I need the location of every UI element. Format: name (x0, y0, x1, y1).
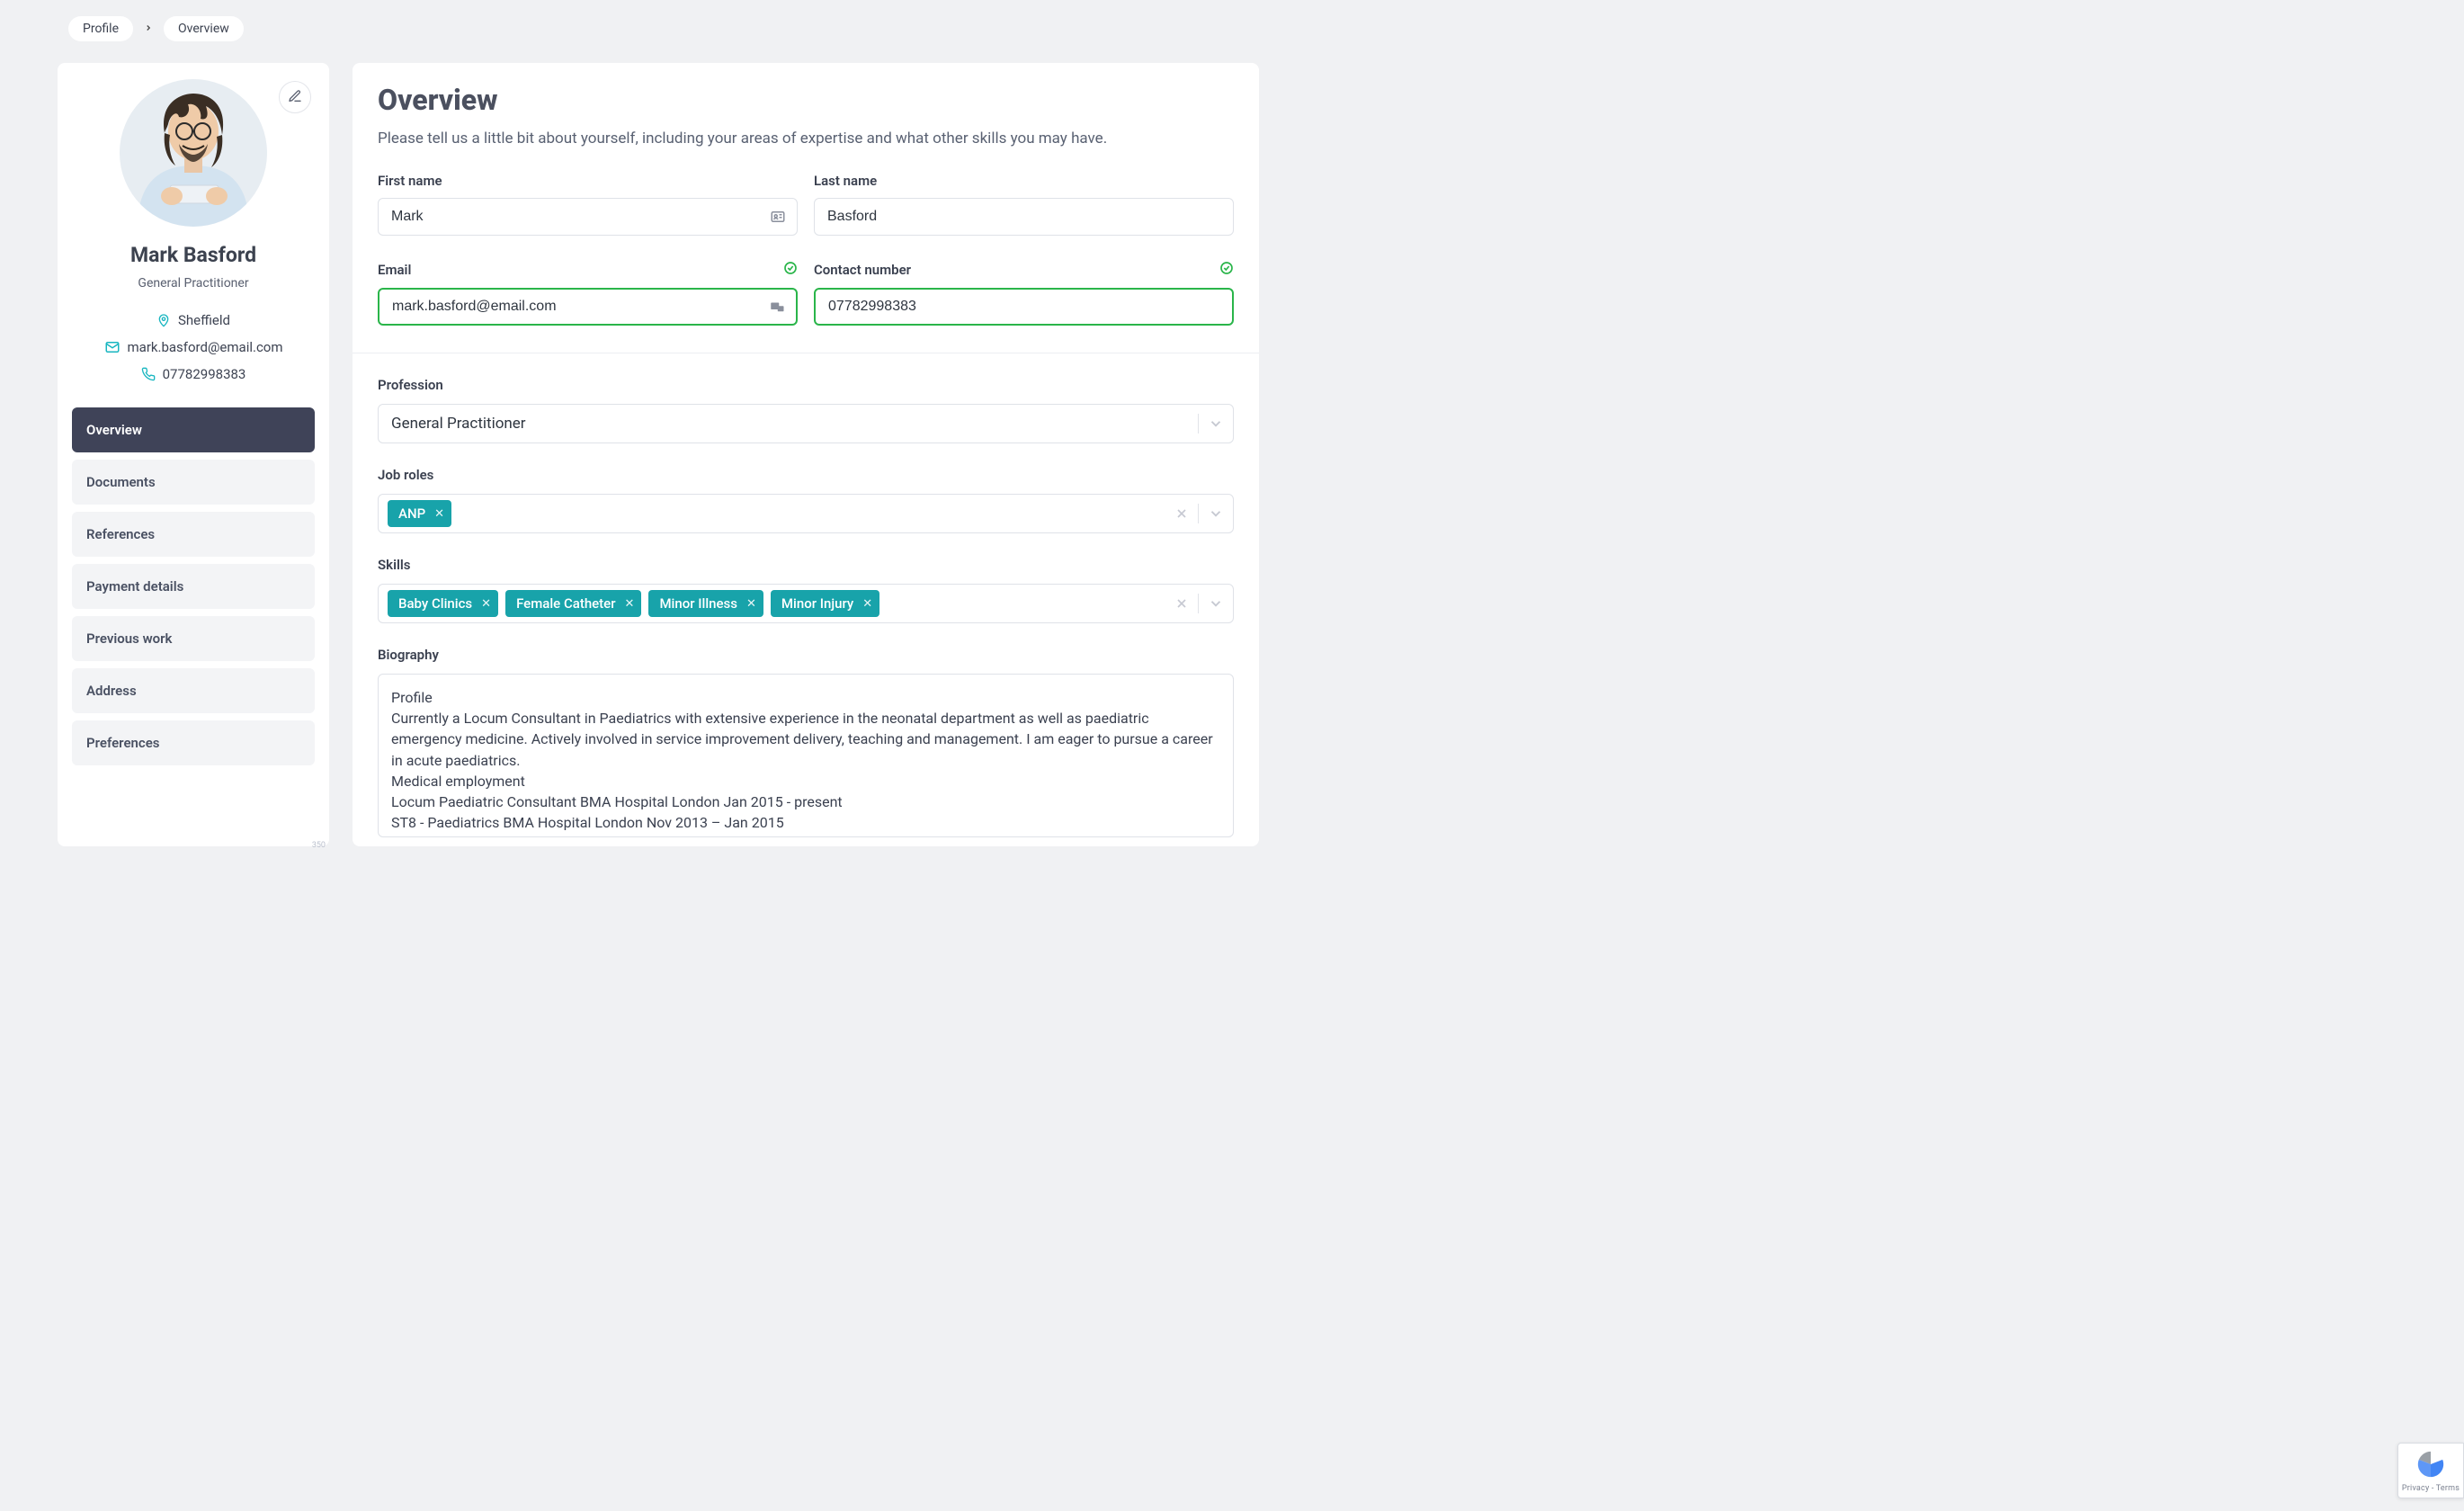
remove-tag-icon[interactable]: ✕ (746, 597, 756, 611)
skill-tag-label: Minor Illness (659, 595, 737, 612)
pencil-icon (288, 89, 302, 106)
email-label: Email (378, 262, 411, 278)
skill-tag-label: Baby Clinics (398, 595, 472, 612)
skill-tag: Minor Injury ✕ (771, 590, 879, 617)
sidebar-item-preferences[interactable]: Preferences (72, 720, 315, 765)
recaptcha-icon (2415, 1449, 2446, 1482)
autofill-icon (769, 299, 785, 315)
last-name-label: Last name (814, 173, 877, 189)
profession-value: General Practitioner (388, 415, 526, 433)
profile-role: General Practitioner (72, 276, 315, 291)
remove-tag-icon[interactable]: ✕ (434, 507, 444, 521)
clear-icon[interactable] (1174, 596, 1189, 611)
first-name-input[interactable] (391, 199, 761, 235)
skill-tag: Female Catheter ✕ (505, 590, 641, 617)
profile-name: Mark Basford (72, 243, 315, 267)
mail-icon (104, 339, 121, 355)
breadcrumb: Profile Overview (58, 0, 1259, 41)
chevron-right-icon (144, 22, 153, 36)
skill-tag-label: Female Catheter (516, 595, 615, 612)
job-role-tag-label: ANP (398, 505, 425, 522)
job-roles-select[interactable]: ANP ✕ (378, 494, 1234, 533)
remove-tag-icon[interactable]: ✕ (862, 597, 872, 611)
skills-label: Skills (378, 557, 1234, 573)
location-pin-icon (156, 313, 171, 327)
sidebar-item-address[interactable]: Address (72, 668, 315, 713)
chevron-down-icon[interactable] (1208, 416, 1224, 432)
contact-label: Contact number (814, 262, 911, 278)
sidebar-item-documents[interactable]: Documents (72, 460, 315, 505)
first-name-label: First name (378, 173, 442, 189)
job-roles-label: Job roles (378, 467, 1234, 483)
breadcrumb-profile[interactable]: Profile (68, 16, 133, 41)
job-role-tag: ANP ✕ (388, 500, 451, 527)
contact-input-wrap (814, 288, 1234, 326)
skills-select[interactable]: Baby Clinics✕Female Catheter✕Minor Illne… (378, 584, 1234, 623)
page-subtitle: Please tell us a little bit about yourse… (378, 130, 1234, 148)
edit-profile-button[interactable] (279, 81, 311, 113)
skill-tag-label: Minor Injury (781, 595, 853, 612)
skill-tag: Minor Illness ✕ (648, 590, 763, 617)
id-card-icon (770, 209, 786, 225)
chevron-down-icon[interactable] (1208, 505, 1224, 522)
check-circle-icon (783, 261, 798, 279)
avatar (120, 79, 267, 227)
sidebar-item-payment-details[interactable]: Payment details (72, 564, 315, 609)
biography-textarea[interactable]: Profile Currently a Locum Consultant in … (378, 674, 1234, 837)
email-input[interactable] (392, 290, 760, 324)
first-name-input-wrap (378, 198, 798, 236)
profession-label: Profession (378, 377, 1234, 393)
chevron-down-icon[interactable] (1208, 595, 1224, 612)
remove-tag-icon[interactable]: ✕ (481, 597, 491, 611)
sidebar-item-overview[interactable]: Overview (72, 407, 315, 452)
profession-select[interactable]: General Practitioner (378, 404, 1234, 443)
sidebar-item-references[interactable]: References (72, 512, 315, 557)
profile-phone-text: 07782998383 (163, 366, 246, 382)
clear-icon[interactable] (1174, 506, 1189, 521)
check-circle-icon (1219, 261, 1234, 279)
profile-location: Sheffield (156, 312, 230, 328)
email-input-wrap (378, 288, 798, 326)
sidebar-tiny-badge: 350 (312, 841, 326, 850)
profile-sidebar: Mark Basford General Practitioner Sheffi… (58, 63, 329, 846)
sidebar-nav: Overview Documents References Payment de… (72, 407, 315, 765)
last-name-input-wrap (814, 198, 1234, 236)
contact-input[interactable] (828, 290, 1196, 324)
profile-email: mark.basford@email.com (104, 339, 283, 355)
phone-icon (141, 367, 156, 381)
breadcrumb-overview[interactable]: Overview (164, 16, 244, 41)
profile-email-text: mark.basford@email.com (128, 339, 283, 355)
last-name-input[interactable] (827, 199, 1197, 235)
profile-phone: 07782998383 (141, 366, 246, 382)
profile-location-text: Sheffield (178, 312, 230, 328)
overview-panel: Overview Please tell us a little bit abo… (353, 63, 1259, 846)
recaptcha-badge[interactable]: Privacy - Terms (2397, 1443, 2464, 1498)
sidebar-item-previous-work[interactable]: Previous work (72, 616, 315, 661)
biography-label: Biography (378, 647, 1234, 663)
recaptcha-text: Privacy - Terms (2402, 1484, 2460, 1493)
page-title: Overview (378, 83, 1234, 117)
remove-tag-icon[interactable]: ✕ (625, 597, 635, 611)
skill-tag: Baby Clinics ✕ (388, 590, 498, 617)
